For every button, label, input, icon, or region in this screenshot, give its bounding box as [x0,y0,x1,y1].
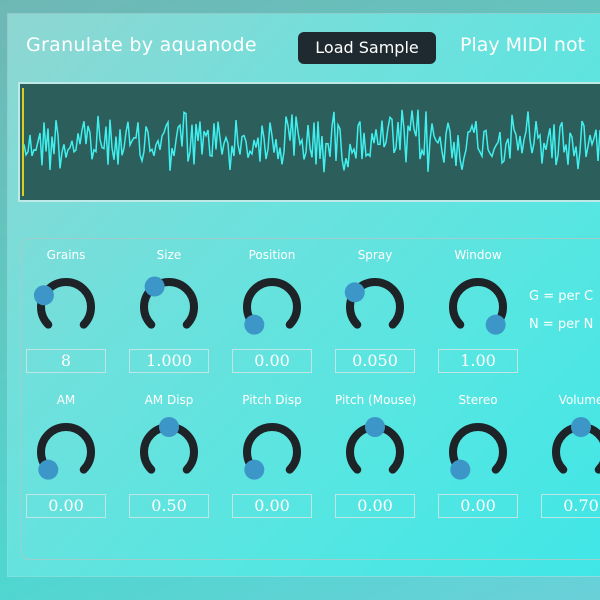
grains-dial[interactable] [31,271,101,341]
knob-position[interactable]: Position 0.00 [232,247,312,373]
stereo-dial[interactable] [443,416,513,486]
knob-grains[interactable]: Grains 8 [26,247,106,373]
grains-value-field[interactable]: 8 [26,349,106,373]
knob-spray[interactable]: Spray 0.050 [335,247,415,373]
waveform-trace [23,109,600,173]
window-handle[interactable] [485,314,506,335]
am-disp-dial[interactable] [134,416,204,486]
pitch-disp-value-field[interactable]: 0.00 [232,494,312,518]
stereo-value-field[interactable]: 0.00 [438,494,518,518]
am-handle[interactable] [38,459,59,480]
spray-handle[interactable] [344,282,365,303]
pitch-mouse-dial[interactable] [340,416,410,486]
size-handle[interactable] [144,276,165,297]
knob-pitch-disp[interactable]: Pitch Disp 0.00 [232,392,312,518]
window-label: Window [454,248,502,262]
window-value-field[interactable]: 1.00 [438,349,518,373]
grains-handle[interactable] [33,285,54,306]
volume-dial[interactable] [546,416,600,486]
position-handle[interactable] [244,314,265,335]
plugin-window: Granulate by aquanode Load Sample Play M… [8,14,600,576]
volume-label: Volume [558,393,600,407]
am-value-field[interactable]: 0.00 [26,494,106,518]
load-sample-button[interactable]: Load Sample [298,32,436,64]
knob-am-disp[interactable]: AM Disp 0.50 [129,392,209,518]
stereo-label: Stereo [458,393,498,407]
knob-pitch-mouse[interactable]: Pitch (Mouse) 0.00 [335,392,417,518]
size-value-field[interactable]: 1.000 [129,349,209,373]
waveform-display[interactable] [18,82,600,202]
knob-am[interactable]: AM 0.00 [26,392,106,518]
info-note-mode: N = per N [529,317,594,332]
pitch-mouse-value-field[interactable]: 0.00 [335,494,415,518]
stereo-handle[interactable] [450,459,471,480]
volume-handle[interactable] [571,417,591,437]
controls-panel: G = per C N = per N Grains 8 Size 1.000 Posi… [20,238,600,560]
am-dial[interactable] [31,416,101,486]
info-grain-mode: G = per C [529,289,594,304]
spray-value-field[interactable]: 0.050 [335,349,415,373]
pitch-mouse-label: Pitch (Mouse) [335,393,417,407]
am-disp-label: AM Disp [144,393,194,407]
am-disp-value-field[interactable]: 0.50 [129,494,209,518]
knob-size[interactable]: Size 1.000 [129,247,209,373]
app-title: Granulate by aquanode [26,34,257,56]
grains-label: Grains [46,248,86,262]
volume-value-field[interactable]: 0.70 [541,494,600,518]
size-label: Size [156,248,182,262]
pitch-disp-dial[interactable] [237,416,307,486]
am-label: AM [56,393,76,407]
knob-volume[interactable]: Volume 0.70 [541,392,600,518]
position-label: Position [248,248,296,262]
midi-hint-label: Play MIDI not [460,34,586,56]
am-disp-handle[interactable] [159,417,179,437]
pitch-disp-handle[interactable] [244,459,265,480]
knob-window[interactable]: Window 1.00 [438,247,518,373]
knob-stereo[interactable]: Stereo 0.00 [438,392,518,518]
spray-dial[interactable] [340,271,410,341]
size-dial[interactable] [134,271,204,341]
pitch-mouse-handle[interactable] [365,417,385,437]
position-value-field[interactable]: 0.00 [232,349,312,373]
window-dial[interactable] [443,271,513,341]
spray-label: Spray [357,248,393,262]
pitch-disp-label: Pitch Disp [242,393,302,407]
position-dial[interactable] [237,271,307,341]
